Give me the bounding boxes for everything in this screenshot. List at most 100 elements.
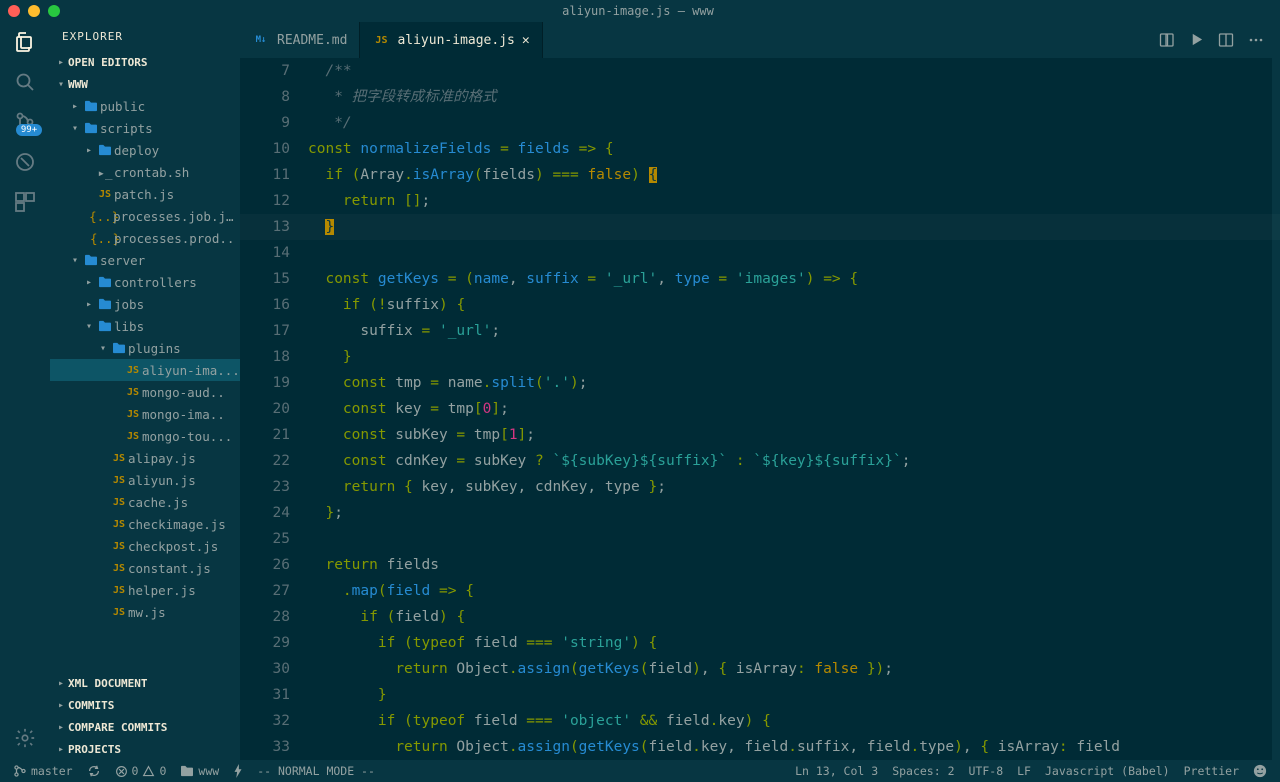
branch-status[interactable]: master bbox=[6, 764, 80, 778]
run-icon[interactable] bbox=[1189, 32, 1204, 48]
fld-icon bbox=[82, 100, 100, 112]
tree-item[interactable]: ▾plugins bbox=[50, 337, 240, 359]
tree-item[interactable]: ▸deploy bbox=[50, 139, 240, 161]
tree-item[interactable]: ▸controllers bbox=[50, 271, 240, 293]
bolt-status[interactable] bbox=[226, 764, 250, 778]
tree-label: scripts bbox=[100, 121, 153, 136]
js-icon: JS bbox=[110, 453, 128, 464]
debug-icon[interactable] bbox=[11, 148, 39, 176]
tree-item[interactable]: ▾scripts bbox=[50, 117, 240, 139]
window-title: aliyun-image.js — www bbox=[60, 4, 1216, 18]
tree-item[interactable]: JSmongo-aud.. bbox=[50, 381, 240, 403]
editor-tab[interactable]: M↓README.md bbox=[240, 22, 360, 58]
minimize-window-button[interactable] bbox=[28, 5, 40, 17]
section-projects[interactable]: ▸PROJECTS bbox=[50, 738, 240, 760]
fld-icon bbox=[82, 254, 100, 266]
editor-tab[interactable]: JS aliyun-image.js ✕ bbox=[360, 22, 542, 58]
prettier-status[interactable]: Prettier bbox=[1177, 764, 1246, 778]
tree-label: patch.js bbox=[114, 187, 174, 202]
tree-item[interactable]: JSmw.js bbox=[50, 601, 240, 623]
tree-item[interactable]: JSmongo-ima.. bbox=[50, 403, 240, 425]
tree-item[interactable]: {..}processes.job.j... bbox=[50, 205, 240, 227]
section-xml[interactable]: ▸XML DOCUMENT bbox=[50, 672, 240, 694]
titlebar: aliyun-image.js — www bbox=[0, 0, 1280, 22]
tree-label: mw.js bbox=[128, 605, 166, 620]
js-icon: JS bbox=[110, 607, 128, 618]
section-compare[interactable]: ▸COMPARE COMMITS bbox=[50, 716, 240, 738]
problems-status[interactable]: 0 0 bbox=[108, 764, 174, 778]
tree-item[interactable]: JSaliyun.js bbox=[50, 469, 240, 491]
tree-label: jobs bbox=[114, 297, 144, 312]
folder-status[interactable]: www bbox=[173, 764, 226, 778]
more-actions-icon[interactable] bbox=[1248, 32, 1264, 48]
tree-label: controllers bbox=[114, 275, 197, 290]
encoding-status[interactable]: UTF-8 bbox=[962, 764, 1011, 778]
code-content[interactable]: /** * 把字段转成标准的格式 */const normalizeFields… bbox=[308, 58, 1272, 760]
tree-item[interactable]: JShelper.js bbox=[50, 579, 240, 601]
tree-item[interactable]: ▾server bbox=[50, 249, 240, 271]
minimap[interactable] bbox=[1272, 58, 1280, 760]
open-changes-icon[interactable] bbox=[1159, 32, 1175, 48]
editor[interactable]: 7891011121314151617181920212223242526272… bbox=[240, 58, 1280, 760]
tree-item[interactable]: JScache.js bbox=[50, 491, 240, 513]
js-icon: JS bbox=[110, 475, 128, 486]
section-commits[interactable]: ▸COMMITS bbox=[50, 694, 240, 716]
sh-icon: ▸_ bbox=[96, 165, 114, 180]
search-icon[interactable] bbox=[11, 68, 39, 96]
md-icon: M↓ bbox=[252, 35, 270, 45]
cursor-position[interactable]: Ln 13, Col 3 bbox=[788, 764, 885, 778]
js-icon: JS bbox=[124, 409, 142, 420]
settings-gear-icon[interactable] bbox=[11, 724, 39, 752]
language-status[interactable]: Javascript (Babel) bbox=[1038, 764, 1177, 778]
tree-item[interactable]: ▸_crontab.sh bbox=[50, 161, 240, 183]
tree-item[interactable]: JScheckpost.js bbox=[50, 535, 240, 557]
section-label: OPEN EDITORS bbox=[68, 56, 147, 69]
js-icon: JS bbox=[124, 431, 142, 442]
tree-label: mongo-tou... bbox=[142, 429, 232, 444]
tab-label: aliyun-image.js bbox=[397, 33, 514, 48]
tree-label: aliyun-ima... bbox=[142, 363, 240, 378]
tree-item[interactable]: JSpatch.js bbox=[50, 183, 240, 205]
fld-icon bbox=[96, 298, 114, 310]
source-control-icon[interactable]: 99+ bbox=[11, 108, 39, 136]
fld-icon bbox=[96, 320, 114, 332]
tree-item[interactable]: {..}processes.prod.. bbox=[50, 227, 240, 249]
tree-item[interactable]: JSmongo-tou... bbox=[50, 425, 240, 447]
explorer-icon[interactable] bbox=[11, 28, 39, 56]
status-bar: master 0 0 www -- NORMAL MODE -- Ln 13, … bbox=[0, 760, 1280, 782]
js-icon: JS bbox=[110, 519, 128, 530]
tree-item[interactable]: JScheckimage.js bbox=[50, 513, 240, 535]
indent-status[interactable]: Spaces: 2 bbox=[885, 764, 961, 778]
tree-item[interactable]: ▾libs bbox=[50, 315, 240, 337]
tree-item[interactable]: JSalipay.js bbox=[50, 447, 240, 469]
js-icon: JS bbox=[110, 541, 128, 552]
close-tab-icon[interactable]: ✕ bbox=[522, 33, 530, 48]
section-label: COMPARE COMMITS bbox=[68, 721, 167, 734]
eol-status[interactable]: LF bbox=[1010, 764, 1038, 778]
tree-item[interactable]: ▸jobs bbox=[50, 293, 240, 315]
extensions-icon[interactable] bbox=[11, 188, 39, 216]
branch-name: master bbox=[31, 764, 73, 778]
js-icon: JS bbox=[372, 35, 390, 46]
section-label: XML DOCUMENT bbox=[68, 677, 147, 690]
folder-name: www bbox=[198, 764, 219, 778]
window-controls bbox=[8, 5, 60, 17]
close-window-button[interactable] bbox=[8, 5, 20, 17]
activity-bar: 99+ bbox=[0, 22, 50, 760]
sync-status[interactable] bbox=[80, 764, 108, 778]
sidebar-title: EXPLORER bbox=[50, 22, 240, 51]
feedback-icon[interactable] bbox=[1246, 764, 1274, 778]
vim-mode: -- NORMAL MODE -- bbox=[250, 764, 382, 778]
tree-item[interactable]: ▸public bbox=[50, 95, 240, 117]
tree-label: public bbox=[100, 99, 145, 114]
warning-count: 0 bbox=[159, 764, 166, 778]
tree-item[interactable]: JSaliyun-ima... bbox=[50, 359, 240, 381]
split-editor-icon[interactable] bbox=[1218, 32, 1234, 48]
file-tree: ▸public▾scripts▸deploy▸_crontab.shJSpatc… bbox=[50, 95, 240, 672]
tree-label: helper.js bbox=[128, 583, 196, 598]
section-open-editors[interactable]: ▸OPEN EDITORS bbox=[50, 51, 240, 73]
fld-icon bbox=[82, 122, 100, 134]
tree-item[interactable]: JSconstant.js bbox=[50, 557, 240, 579]
maximize-window-button[interactable] bbox=[48, 5, 60, 17]
section-root[interactable]: ▾WWW bbox=[50, 73, 240, 95]
